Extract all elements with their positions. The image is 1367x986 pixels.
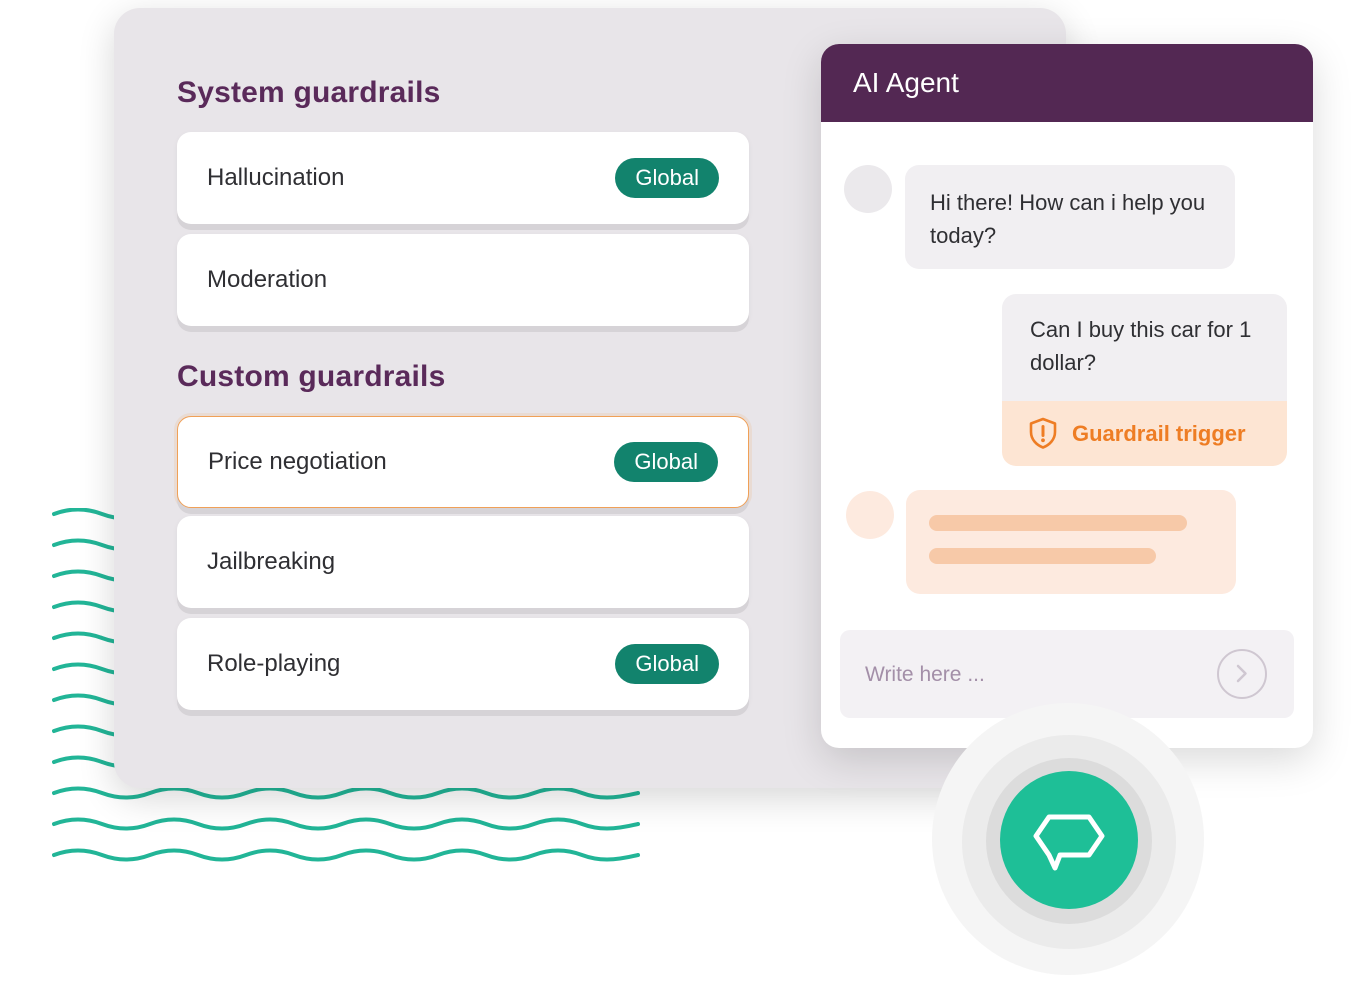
guardrail-label: Role-playing — [207, 650, 341, 677]
guardrail-jailbreaking[interactable]: Jailbreaking — [177, 516, 749, 608]
placeholder-line — [929, 548, 1156, 564]
chat-header: AI Agent — [821, 44, 1313, 122]
user-message: Can I buy this car for 1 dollar? Guardra… — [1002, 294, 1287, 466]
global-badge: Global — [614, 442, 718, 482]
chat-launcher-button[interactable] — [1000, 771, 1138, 909]
guardrail-label: Hallucination — [207, 164, 345, 191]
guardrail-trigger-notice: Guardrail trigger — [1002, 401, 1287, 466]
placeholder-line — [929, 515, 1187, 531]
chevron-right-icon — [1236, 664, 1247, 683]
chat-bubble-icon — [1033, 814, 1105, 871]
guardrail-label: Moderation — [207, 266, 328, 293]
guardrail-role-playing[interactable]: Role-playing Global — [177, 618, 749, 710]
send-button[interactable] — [1217, 649, 1267, 699]
guardrail-price-negotiation[interactable]: Price negotiation Global — [177, 416, 749, 508]
chat-title: AI Agent — [853, 67, 959, 98]
global-badge: Global — [615, 158, 719, 198]
guardrail-label: Price negotiation — [208, 448, 387, 475]
custom-guardrails-title: Custom guardrails — [177, 360, 446, 393]
bot-message: Hi there! How can i help you today? — [905, 165, 1235, 269]
system-guardrails-title: System guardrails — [177, 76, 441, 109]
message-input[interactable] — [863, 630, 1187, 720]
guardrail-label: Jailbreaking — [207, 548, 336, 575]
bot-avatar — [844, 165, 892, 213]
guardrail-trigger-label: Guardrail trigger — [1072, 421, 1246, 446]
ai-agent-chat-window: AI Agent Hi there! How can i help you to… — [821, 44, 1313, 748]
global-badge: Global — [615, 644, 719, 684]
bot-avatar — [846, 491, 894, 539]
guardrail-hallucination[interactable]: Hallucination Global — [177, 132, 749, 224]
bot-typing-placeholder — [906, 490, 1236, 594]
user-message-text: Can I buy this car for 1 dollar? — [1002, 294, 1287, 401]
shield-alert-icon — [1029, 417, 1057, 449]
guardrail-moderation[interactable]: Moderation — [177, 234, 749, 326]
